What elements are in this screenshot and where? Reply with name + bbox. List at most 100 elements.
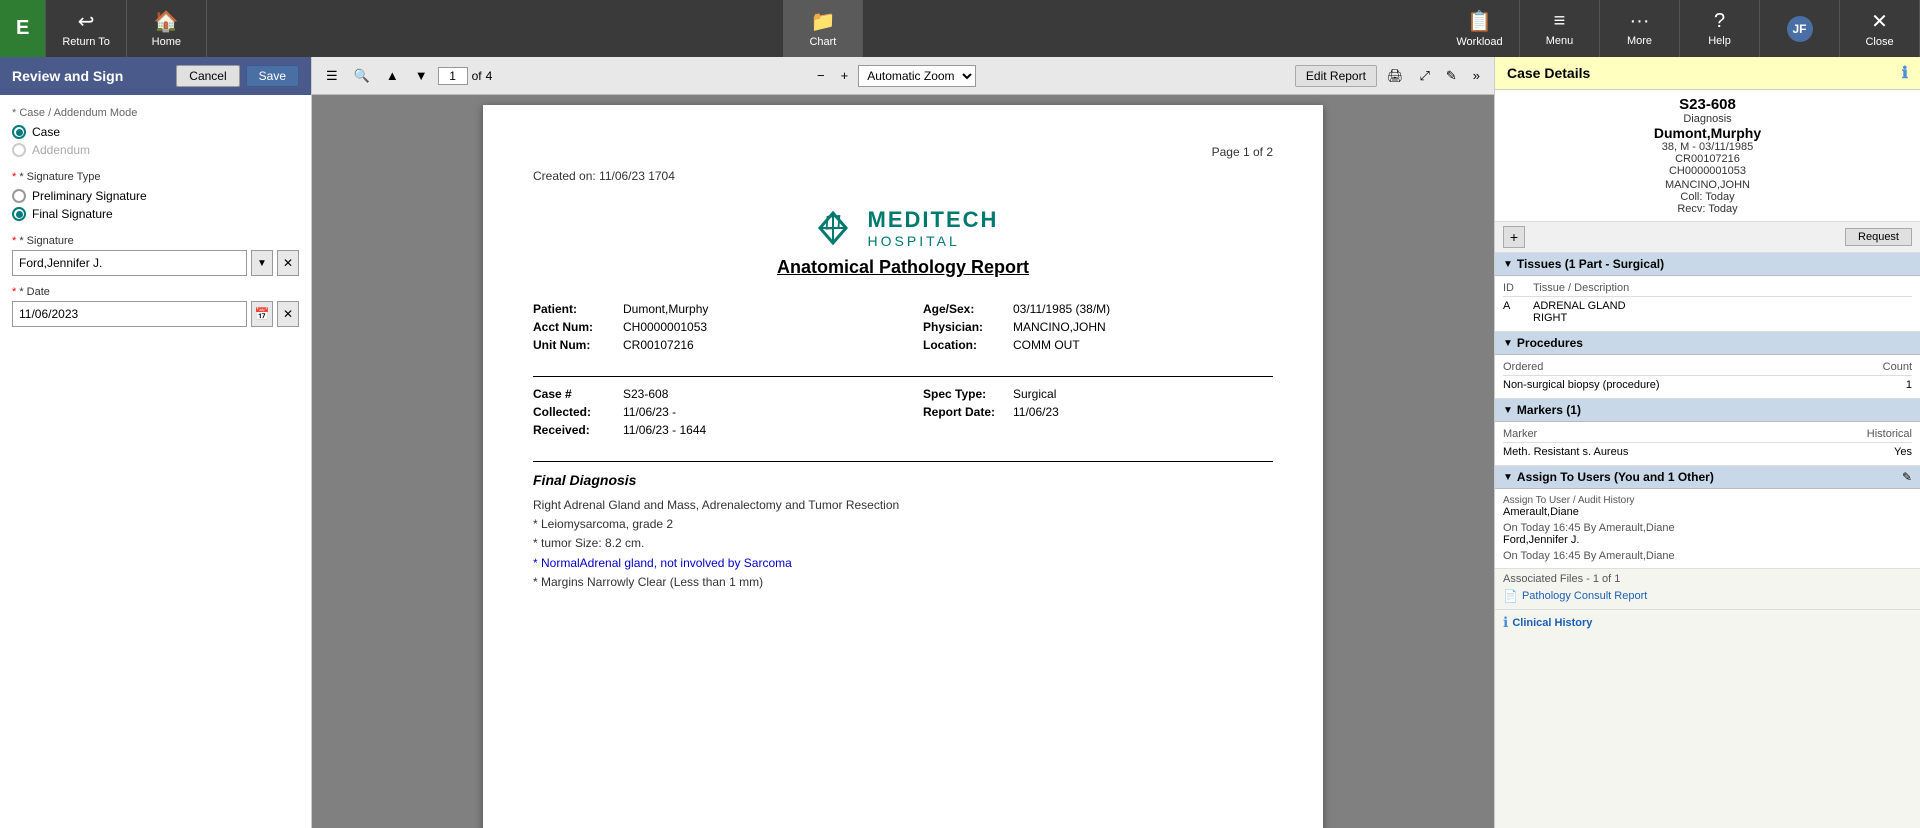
physician-row: Physician: MANCINO,JOHN <box>923 320 1273 334</box>
pdf-print-btn[interactable]: 🖨 <box>1381 65 1410 87</box>
signature-input[interactable] <box>12 250 247 276</box>
logo-text-block: MEDITECH HOSPITAL <box>868 207 999 249</box>
report-date-row: Report Date: 11/06/23 <box>923 405 1273 419</box>
return-to-button[interactable]: ↩ Return To <box>46 0 127 57</box>
preliminary-radio-circle <box>12 189 26 203</box>
count-col-header: Count <box>1862 361 1912 373</box>
case-num-row: Case # S23-608 <box>533 387 883 401</box>
pdf-divider-1 <box>533 376 1273 377</box>
panel-title: Review and Sign <box>12 68 123 84</box>
signature-dropdown-btn[interactable]: ▼ <box>251 250 273 276</box>
pdf-more-btn[interactable]: » <box>1467 65 1486 86</box>
acct-row: Acct Num: CH0000001053 <box>533 320 883 334</box>
pdf-toolbar: ☰ 🔍 ▲ ▼ of 4 − + Automatic Zoom Edit Rep… <box>312 57 1494 95</box>
cancel-button[interactable]: Cancel <box>176 65 239 87</box>
historical-col-header: Historical <box>1842 428 1912 440</box>
signature-clear-btn[interactable]: ✕ <box>277 250 299 276</box>
final-diagnosis-title: Final Diagnosis <box>533 472 1273 488</box>
markers-chevron-icon: ▼ <box>1503 405 1513 416</box>
pdf-page-input[interactable] <box>438 67 468 85</box>
addendum-radio[interactable]: Addendum <box>12 143 299 157</box>
tissues-section-header[interactable]: ▼ Tissues (1 Part - Surgical) <box>1495 253 1920 276</box>
final-radio[interactable]: Final Signature <box>12 207 299 221</box>
user-button[interactable]: JF JF <box>1760 0 1840 57</box>
preliminary-radio[interactable]: Preliminary Signature <box>12 189 299 203</box>
left-form: * Case / Addendum Mode Case Addendum * *… <box>0 95 311 828</box>
calendar-icon: 📅 <box>255 307 270 321</box>
case-addendum-label: * Case / Addendum Mode <box>12 107 299 119</box>
pdf-pen-btn[interactable]: ✎ <box>1440 65 1463 87</box>
case-coll: Coll: Today <box>1507 191 1908 203</box>
chart-button[interactable]: 📁 Chart <box>783 0 863 57</box>
case-patient-name: Dumont,Murphy <box>1507 125 1908 141</box>
case-ch-num: CH0000001053 <box>1507 165 1908 177</box>
pdf-divider-2 <box>533 461 1273 462</box>
case-details-info-icon[interactable]: ℹ <box>1902 63 1908 83</box>
workload-button[interactable]: 📋 Workload <box>1440 0 1520 57</box>
age-sex-row: Age/Sex: 03/11/1985 (38/M) <box>923 302 1273 316</box>
case-radio[interactable]: Case <box>12 125 299 139</box>
signature-type-group: Preliminary Signature Final Signature <box>12 189 299 221</box>
diagnosis-line-4: * NormalAdrenal gland, not involved by S… <box>533 554 1273 573</box>
assign-chevron-icon: ▼ <box>1503 472 1513 483</box>
header-buttons: Cancel Save <box>176 65 299 87</box>
diagnosis-line-3: * tumor Size: 8.2 cm. <box>533 534 1273 553</box>
assign-user-1: Amerault,Diane <box>1503 506 1912 518</box>
pdf-area: ☰ 🔍 ▲ ▼ of 4 − + Automatic Zoom Edit Rep… <box>312 57 1494 828</box>
assign-user-2: Ford,Jennifer J. <box>1503 534 1912 546</box>
pdf-report-title: Anatomical Pathology Report <box>533 257 1273 278</box>
final-radio-circle <box>12 207 26 221</box>
pdf-page: Page 1 of 2 Created on: 11/06/23 1704 ME… <box>483 105 1323 828</box>
pdf-zoom-in-btn[interactable]: + <box>835 65 855 86</box>
home-button[interactable]: 🏠 Home <box>127 0 207 57</box>
pdf-zoom-out-search[interactable]: 🔍 <box>348 65 376 87</box>
close-icon: ✕ <box>1871 9 1888 34</box>
pdf-sidebar-toggle[interactable]: ☰ <box>320 65 344 87</box>
add-button[interactable]: + <box>1503 226 1525 248</box>
save-button[interactable]: Save <box>246 65 299 87</box>
signature-field-label: * * Signature <box>12 235 299 247</box>
location-row: Location: COMM OUT <box>923 338 1273 352</box>
signature-type-label: * * Signature Type <box>12 171 299 183</box>
menu-button[interactable]: ≡ Menu <box>1520 0 1600 57</box>
assign-edit-icon[interactable]: ✎ <box>1902 470 1912 484</box>
tissue-row-a: A ADRENAL GLAND RIGHT <box>1503 299 1912 325</box>
patient-row: Patient: Dumont,Murphy <box>533 302 883 316</box>
chart-icon: 📁 <box>810 9 835 34</box>
assoc-files-section: Associated Files - 1 of 1 📄 Pathology Co… <box>1495 569 1920 610</box>
edit-report-button[interactable]: Edit Report <box>1295 65 1377 87</box>
tissues-table-header: ID Tissue / Description <box>1503 282 1912 297</box>
calendar-btn[interactable]: 📅 <box>251 301 273 327</box>
pdf-content[interactable]: Page 1 of 2 Created on: 11/06/23 1704 ME… <box>312 95 1494 828</box>
received-row: Received: 11/06/23 - 1644 <box>533 423 883 437</box>
pdf-expand-btn[interactable]: ⤢ <box>1413 65 1435 87</box>
procedures-section-body: Ordered Count Non-surgical biopsy (proce… <box>1495 355 1920 399</box>
pdf-patient-fields: Patient: Dumont,Murphy Acct Num: CH00000… <box>533 302 1273 356</box>
date-input[interactable] <box>12 301 247 327</box>
pdf-zoom-out-btn[interactable]: − <box>811 65 831 86</box>
pathology-consult-link[interactable]: 📄 Pathology Consult Report <box>1503 587 1912 605</box>
procedures-section-header[interactable]: ▼ Procedures <box>1495 332 1920 355</box>
left-panel: Review and Sign Cancel Save * Case / Add… <box>0 57 312 828</box>
markers-section-header[interactable]: ▼ Markers (1) <box>1495 399 1920 422</box>
case-addendum-group: Case Addendum <box>12 125 299 157</box>
request-button[interactable]: Request <box>1845 228 1912 246</box>
tissues-section-body: ID Tissue / Description A ADRENAL GLAND … <box>1495 276 1920 332</box>
pdf-next-page[interactable]: ▼ <box>409 65 434 86</box>
toolbar: E ↩ Return To 🏠 Home 📁 Chart 📋 Workload … <box>0 0 1920 57</box>
pdf-zoom-select[interactable]: Automatic Zoom <box>858 65 976 87</box>
close-button[interactable]: ✕ Close <box>1840 0 1920 57</box>
home-icon: 🏠 <box>154 9 179 34</box>
date-clear-btn[interactable]: ✕ <box>277 301 299 327</box>
help-button[interactable]: ? Help <box>1680 0 1760 57</box>
workload-icon: 📋 <box>1467 9 1492 34</box>
pdf-prev-page[interactable]: ▲ <box>380 65 405 86</box>
clinical-info-icon: ℹ <box>1503 614 1508 631</box>
case-cr-num: CR00107216 <box>1507 153 1908 165</box>
procedure-row: Non-surgical biopsy (procedure) 1 <box>1503 378 1912 392</box>
more-button[interactable]: ··· More <box>1600 0 1680 57</box>
clinical-history-row[interactable]: ℹ Clinical History <box>1495 610 1920 635</box>
markers-section-body: Marker Historical Meth. Resistant s. Aur… <box>1495 422 1920 466</box>
marker-historical: Yes <box>1842 446 1912 458</box>
pdf-total-pages: 4 <box>486 69 493 83</box>
